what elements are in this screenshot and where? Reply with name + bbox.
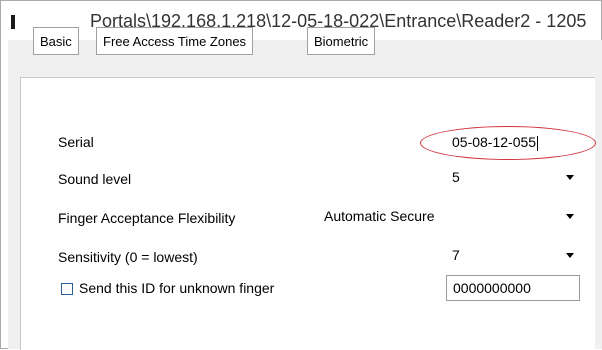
- sound-level-value: 5: [452, 169, 460, 185]
- chevron-down-icon: [566, 253, 574, 258]
- unknown-finger-id-field[interactable]: 0000000000: [446, 275, 580, 301]
- finger-flexibility-label: Finger Acceptance Flexibility: [58, 210, 236, 226]
- tab-biometric[interactable]: Biometric: [307, 27, 376, 55]
- sensitivity-label: Sensitivity (0 = lowest): [58, 249, 198, 265]
- unknown-finger-label: Send this ID for unknown finger: [79, 280, 275, 296]
- serial-highlight-annotation: [420, 126, 596, 160]
- sensitivity-select[interactable]: 7: [446, 242, 582, 268]
- sensitivity-value: 7: [452, 247, 460, 263]
- serial-label: Serial: [58, 134, 94, 150]
- sound-level-label: Sound level: [58, 171, 132, 187]
- app-icon: [11, 15, 15, 29]
- unknown-finger-checkbox[interactable]: [61, 283, 73, 295]
- sound-level-select[interactable]: 5: [446, 164, 582, 190]
- tab-free-access-time-zones[interactable]: Free Access Time Zones: [96, 27, 254, 55]
- finger-flexibility-value: Automatic Secure: [324, 208, 435, 224]
- title-bar: Portals\192.168.1.218\12-05-18-022\Entra…: [1, 1, 601, 39]
- chevron-down-icon: [566, 175, 574, 180]
- tab-basic[interactable]: Basic: [33, 27, 79, 55]
- chevron-down-icon: [566, 214, 574, 219]
- finger-flexibility-select[interactable]: Automatic Secure: [318, 203, 582, 229]
